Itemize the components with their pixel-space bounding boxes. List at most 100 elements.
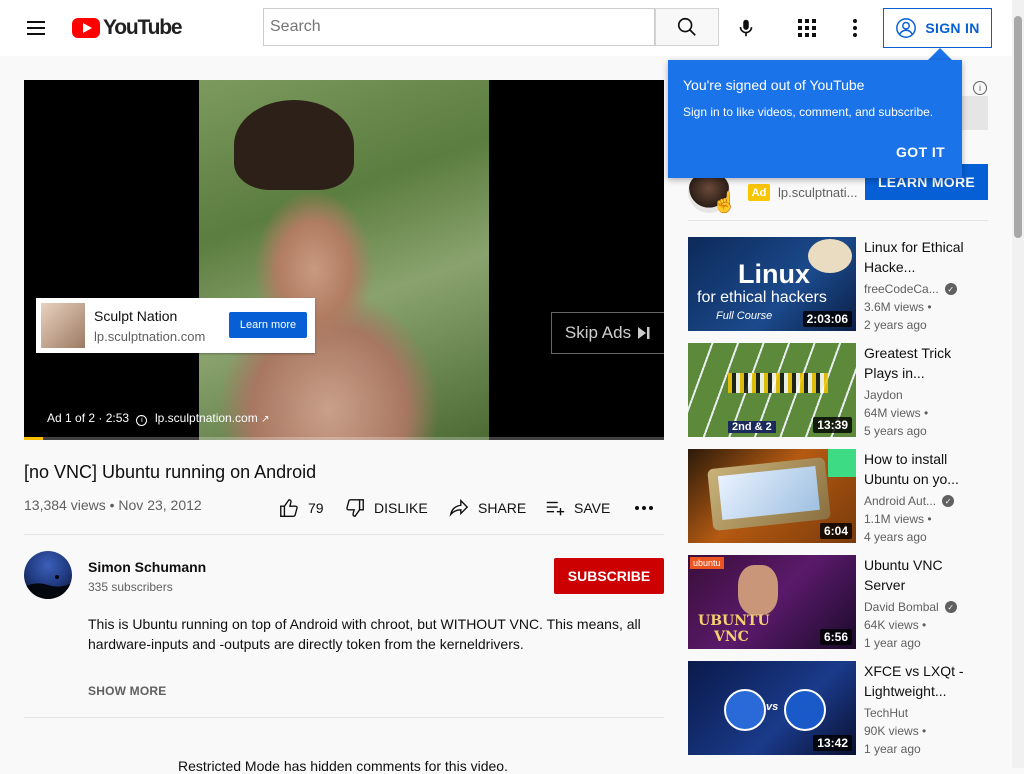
sign-in-button[interactable]: SIGN IN xyxy=(883,8,992,48)
channel-name-text: David Bombal xyxy=(864,600,939,614)
voice-search-button[interactable] xyxy=(726,8,766,48)
search-box[interactable] xyxy=(263,8,655,46)
recommended-video[interactable]: 6:04 How to install Ubuntu on yo... Andr… xyxy=(688,449,988,544)
settings-more-button[interactable] xyxy=(843,16,867,40)
mic-icon xyxy=(739,19,753,37)
video-title[interactable]: Greatest Trick Plays in... xyxy=(864,343,964,383)
verified-icon: ✓ xyxy=(944,601,957,613)
skip-icon xyxy=(638,327,650,339)
show-more-button[interactable]: SHOW MORE xyxy=(88,684,166,698)
ad-progress-track[interactable] xyxy=(24,437,664,440)
channel-name: David Bombal ✓ xyxy=(864,600,957,614)
thumbnail-phone xyxy=(707,457,831,531)
ad-url-text: lp.sculptnation.com xyxy=(155,411,258,425)
mouse-cursor-icon: ☝ xyxy=(712,192,737,214)
video-meta: 13,384 views • Nov 23, 2012 xyxy=(24,497,202,513)
dislike-icon xyxy=(346,499,364,517)
tooltip-title: You're signed out of YouTube xyxy=(683,77,865,93)
upload-age: 2 years ago xyxy=(864,318,927,332)
ad-learn-more-button[interactable]: Learn more xyxy=(229,312,307,338)
info-icon[interactable]: i xyxy=(136,415,148,426)
got-it-button[interactable]: GOT IT xyxy=(896,144,945,160)
video-duration: 6:56 xyxy=(819,629,852,645)
channel-name: freeCodeCa... ✓ xyxy=(864,282,957,296)
view-count: 1.1M views • xyxy=(864,512,932,526)
account-icon xyxy=(896,18,917,38)
view-count-text: 1.1M views xyxy=(864,512,925,526)
dislike-button[interactable]: DISLIKE xyxy=(344,495,428,521)
sign-in-label: SIGN IN xyxy=(925,20,980,36)
recommended-video[interactable]: vs 13:42 XFCE vs LXQt - Lightweight... T… xyxy=(688,661,988,756)
video-player[interactable]: Sculpt Nation lp.sculptnation.com Learn … xyxy=(24,80,664,440)
channel-name: Android Aut... ✓ xyxy=(864,494,955,508)
sidebar-divider xyxy=(688,220,988,221)
channel-name: Jaydon xyxy=(864,388,903,402)
recommended-video[interactable]: 2nd & 2 13:39 Greatest Trick Plays in...… xyxy=(688,343,988,438)
video-thumbnail[interactable]: 6:04 xyxy=(688,449,856,543)
ad-card-thumbnail xyxy=(41,303,85,348)
apps-button[interactable] xyxy=(795,16,819,40)
video-title[interactable]: How to install Ubuntu on yo... xyxy=(864,449,964,489)
save-button[interactable]: SAVE xyxy=(544,495,610,521)
video-thumbnail[interactable]: 2nd & 2 13:39 xyxy=(688,343,856,437)
video-title: [no VNC] Ubuntu running on Android xyxy=(24,462,317,482)
menu-icon[interactable] xyxy=(24,18,48,38)
subscriber-count: 335 subscribers xyxy=(88,580,173,594)
video-duration: 13:42 xyxy=(813,735,852,751)
ad-progress-fill xyxy=(24,437,44,440)
verified-icon: ✓ xyxy=(942,495,955,507)
video-thumbnail[interactable]: Linux for ethical hackers Full Course 2:… xyxy=(688,237,856,331)
share-label: SHARE xyxy=(478,500,527,516)
tooltip-arrow xyxy=(928,48,952,60)
save-icon xyxy=(546,501,565,516)
view-count: 13,384 views xyxy=(24,497,106,513)
more-actions-button[interactable] xyxy=(634,495,654,521)
youtube-logo[interactable]: YouTube xyxy=(72,14,183,42)
sidebar-ad-url[interactable]: lp.sculptnati... xyxy=(778,185,858,200)
ad-overlay-card[interactable]: Sculpt Nation lp.sculptnation.com Learn … xyxy=(36,298,315,353)
recommended-video[interactable]: Linux for ethical hackers Full Course 2:… xyxy=(688,237,988,332)
upload-date: Nov 23, 2012 xyxy=(118,497,202,513)
youtube-logo-icon xyxy=(72,18,100,38)
share-button[interactable]: SHARE xyxy=(448,495,526,521)
thumbnail-players xyxy=(728,373,828,393)
search-button[interactable] xyxy=(655,8,719,46)
video-thumbnail[interactable]: vs 13:42 xyxy=(688,661,856,755)
android-logo-icon xyxy=(828,449,856,477)
thumbnail-badge xyxy=(808,239,852,273)
search-input[interactable] xyxy=(264,9,646,45)
scrollbar-thumb[interactable] xyxy=(1014,16,1022,238)
video-title[interactable]: Linux for Ethical Hacke... xyxy=(864,237,964,277)
view-count: 90K views • xyxy=(864,724,927,738)
video-subject xyxy=(234,100,354,190)
more-horiz-icon xyxy=(635,506,653,510)
subscribe-button[interactable]: SUBSCRIBE xyxy=(554,558,664,594)
masthead: YouTube SIGN IN xyxy=(0,0,1012,56)
apps-grid-icon xyxy=(798,19,816,37)
thumbnail-text: for ethical hackers xyxy=(697,289,827,306)
recommended-video[interactable]: ubuntu UBUNTU VNC 6:56 Ubuntu VNC Server… xyxy=(688,555,988,650)
view-count: 64M views • xyxy=(864,406,929,420)
video-duration: 2:03:06 xyxy=(802,311,852,327)
skip-ads-button[interactable]: Skip Ads xyxy=(551,312,664,354)
view-count-text: 64M views xyxy=(864,406,921,420)
thumbnail-text: Linux xyxy=(738,259,810,289)
video-title[interactable]: XFCE vs LXQt - Lightweight... xyxy=(864,661,964,701)
skip-ads-label: Skip Ads xyxy=(564,323,632,342)
ad-badge: Ad xyxy=(748,184,770,201)
thumbnail-person xyxy=(738,565,778,615)
info-icon[interactable]: i xyxy=(973,81,987,95)
tooltip-body: Sign in to like videos, comment, and sub… xyxy=(683,105,934,119)
view-count: 64K views • xyxy=(864,618,927,632)
like-button[interactable]: 79 xyxy=(278,495,324,521)
channel-avatar[interactable] xyxy=(24,551,72,599)
channel-name[interactable]: Simon Schumann xyxy=(88,559,206,575)
ad-url-link[interactable]: lp.sculptnation.com ↗ xyxy=(155,411,269,425)
video-thumbnail[interactable]: ubuntu UBUNTU VNC 6:56 xyxy=(688,555,856,649)
upload-age: 1 year ago xyxy=(864,742,921,756)
more-vert-icon xyxy=(853,19,857,37)
xfce-logo-icon xyxy=(724,689,766,731)
video-title[interactable]: Ubuntu VNC Server xyxy=(864,555,964,595)
divider xyxy=(24,534,664,535)
upload-age: 5 years ago xyxy=(864,424,927,438)
